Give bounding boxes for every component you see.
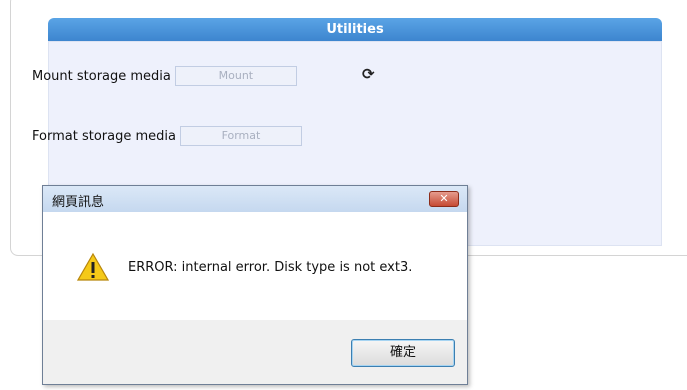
refresh-icon[interactable]: ⟳ bbox=[362, 66, 378, 82]
format-label: Format storage media bbox=[32, 128, 176, 144]
dialog-titlebar: 網頁訊息 ✕ bbox=[43, 186, 467, 213]
mount-label: Mount storage media bbox=[32, 68, 171, 84]
warning-icon bbox=[77, 252, 109, 281]
ok-button[interactable]: 確定 bbox=[351, 339, 455, 367]
format-row: Format storage media Format bbox=[32, 126, 302, 146]
format-button[interactable]: Format bbox=[179, 126, 302, 146]
alert-dialog: 網頁訊息 ✕ ERROR: internal error. Disk type … bbox=[42, 185, 468, 385]
utilities-header: Utilities bbox=[48, 18, 662, 41]
close-button[interactable]: ✕ bbox=[429, 191, 459, 207]
mount-button[interactable]: Mount bbox=[174, 66, 297, 86]
dialog-footer: 確定 bbox=[43, 320, 467, 384]
dialog-title: 網頁訊息 bbox=[52, 195, 105, 210]
error-message: ERROR: internal error. Disk type is not … bbox=[128, 260, 413, 275]
close-icon: ✕ bbox=[439, 192, 449, 205]
dialog-message-area: ERROR: internal error. Disk type is not … bbox=[43, 212, 467, 320]
mount-row: Mount storage media Mount bbox=[32, 66, 297, 86]
